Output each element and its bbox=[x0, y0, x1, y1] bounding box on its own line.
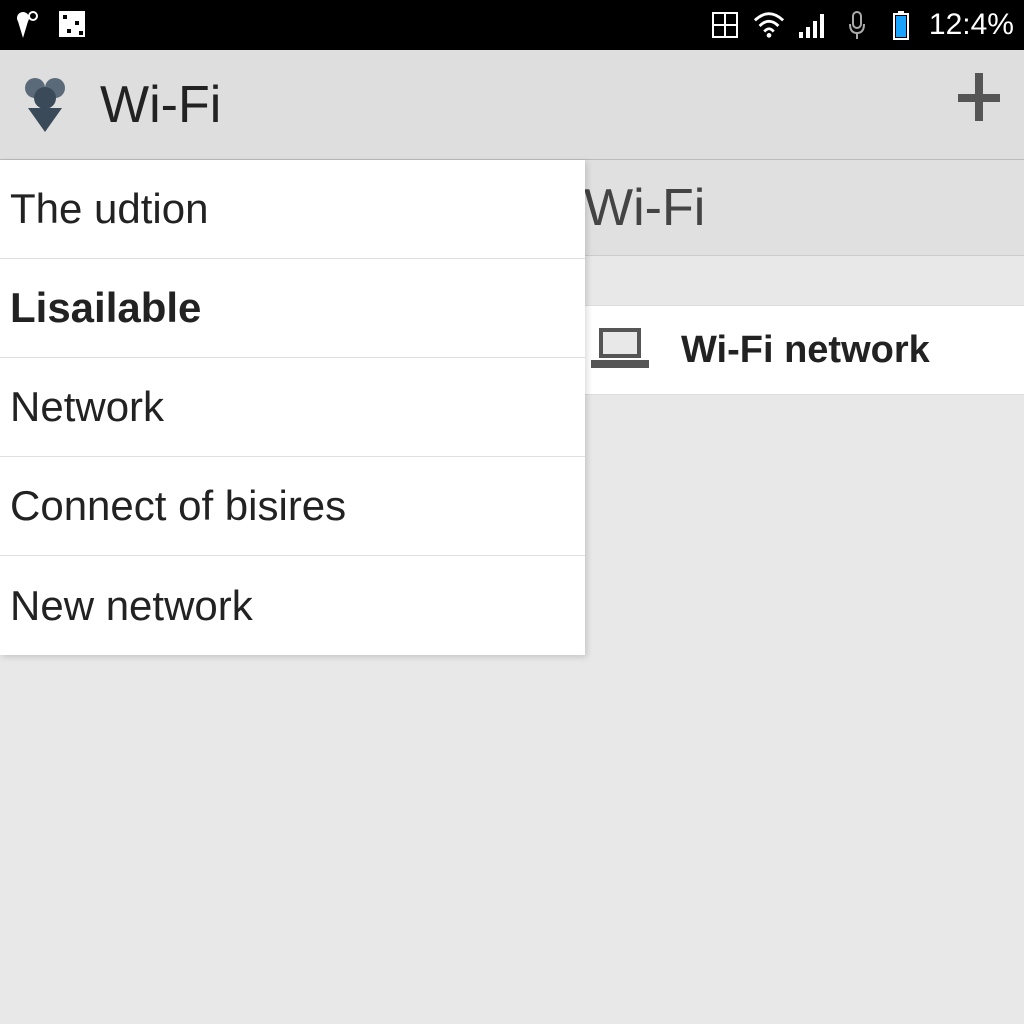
app-header: Wi-Fi bbox=[0, 50, 1024, 160]
menu-item-1[interactable]: Lisailable bbox=[0, 259, 585, 358]
menu-item-label: Connect of bisires bbox=[10, 482, 346, 530]
laptop-icon bbox=[589, 324, 651, 377]
menu-item-label: Lisailable bbox=[10, 284, 201, 332]
app-header-left: Wi-Fi bbox=[10, 70, 221, 140]
status-bar: 12:4% bbox=[0, 0, 1024, 50]
network-row[interactable]: Wi-Fi network bbox=[584, 305, 1024, 395]
right-section-title-text: Wi-Fi bbox=[584, 178, 705, 238]
content: Wi-Fi Wi-Fi network The udtion Lisailabl… bbox=[0, 160, 1024, 1024]
status-right: 12:4% bbox=[709, 8, 1014, 42]
battery-text: 12:4% bbox=[929, 8, 1014, 42]
menu-item-label: Network bbox=[10, 383, 164, 431]
battery-icon bbox=[885, 9, 917, 41]
menu-item-3[interactable]: Connect of bisires bbox=[0, 457, 585, 556]
mic-icon bbox=[841, 9, 873, 41]
signal-icon bbox=[797, 9, 829, 41]
dropdown-menu: The udtion Lisailable Network Connect of… bbox=[0, 160, 585, 655]
grid-icon bbox=[709, 9, 741, 41]
network-label: Wi-Fi network bbox=[681, 329, 930, 372]
notification-icon-1 bbox=[10, 9, 42, 41]
menu-item-4[interactable]: New network bbox=[0, 556, 585, 655]
menu-item-2[interactable]: Network bbox=[0, 358, 585, 457]
menu-item-label: New network bbox=[10, 582, 253, 630]
wifi-icon bbox=[753, 9, 785, 41]
wifi-app-icon bbox=[10, 70, 80, 140]
notification-icon-2 bbox=[57, 9, 89, 41]
menu-item-0[interactable]: The udtion bbox=[0, 160, 585, 259]
menu-item-label: The udtion bbox=[10, 185, 208, 233]
add-button[interactable] bbox=[954, 68, 1004, 142]
page-title: Wi-Fi bbox=[100, 75, 221, 135]
status-left bbox=[10, 9, 89, 41]
